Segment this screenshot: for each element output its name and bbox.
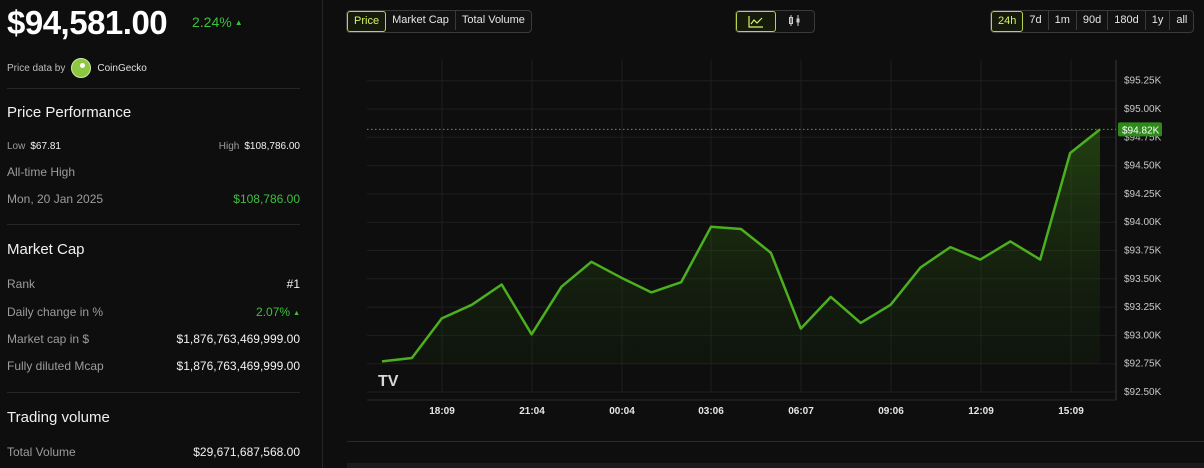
tab-total-volume[interactable]: Total Volume [456,11,531,30]
high-label: High [218,141,240,152]
x-tick-label: 00:04 [609,406,635,417]
y-tick-label: $92.75K [1124,359,1162,370]
market-cap-value: $1,876,763,469,999.00 [176,332,300,346]
daily-change-value: 2.07% [256,305,291,319]
ath-label: All-time High [7,165,76,179]
range-180d[interactable]: 180d [1108,11,1146,30]
divider [7,224,300,225]
x-tick-label: 12:09 [968,406,994,417]
price-chart[interactable]: $92.50K $92.75K $93.00K $93.25K $93.50K $93.7… [345,60,1204,420]
rank-label: Rank [7,277,36,291]
x-tick-label: 21:04 [519,406,545,417]
y-tick-label: $92.50K [1124,387,1162,398]
ath-date: Mon, 20 Jan 2025 [7,192,104,206]
tab-market-cap[interactable]: Market Cap [386,11,456,30]
daily-change: 2.07% ▲ [256,305,300,319]
y-tick-label: $93.75K [1124,246,1162,257]
market-cap-title: Market Cap [7,241,85,258]
high-value: $108,786.00 [244,141,300,152]
horizontal-scrollbar[interactable] [347,463,1204,468]
candlestick-icon[interactable] [776,11,814,30]
range-90d[interactable]: 90d [1077,11,1109,30]
y-tick-label: $94.25K [1124,189,1162,200]
range-24h[interactable]: 24h [991,11,1024,32]
up-arrow-icon: ▲ [293,310,300,317]
rank-value: #1 [286,277,300,291]
range-7d[interactable]: 7d [1023,11,1049,30]
line-chart-icon[interactable] [736,11,776,32]
price-performance-title: Price Performance [7,104,132,121]
x-tick-label: 18:09 [429,406,455,417]
chart-view-toggle [735,10,815,33]
y-tick-label: $93.25K [1124,302,1162,313]
tradingview-logo-icon: TV [378,373,399,390]
range-1y[interactable]: 1y [1146,11,1171,30]
trading-volume-title: Trading volume [7,409,110,426]
price-area [382,129,1100,364]
app-root: $94,581.00 2.24% ▲ Price data by CoinGeck… [0,0,1204,468]
tab-price[interactable]: Price [347,11,387,32]
price-change-value: 2.24% [192,14,232,30]
low-value: $67.81 [30,141,61,152]
ath-value: $108,786.00 [233,192,300,206]
low-price: Low $67.81 [7,141,61,152]
low-label: Low [7,141,26,152]
divider [347,441,1204,442]
y-tick-label: $94.00K [1124,217,1162,228]
market-cap-label: Market cap in $ [7,332,90,346]
total-volume-label: Total Volume [7,445,76,459]
current-price: $94,581.00 [7,4,168,41]
daily-change-label: Daily change in % [7,305,104,319]
x-tick-label: 06:07 [788,406,814,417]
price-source: Price data by CoinGecko [7,58,147,78]
x-tick-label: 15:09 [1058,406,1084,417]
fdv-value: $1,876,763,469,999.00 [176,359,300,373]
metric-tabs: Price Market Cap Total Volume [346,10,532,33]
y-tick-label: $95.25K [1124,76,1162,87]
left-panel: $94,581.00 2.24% ▲ Price data by CoinGeck… [0,0,323,468]
price-chart-svg[interactable]: $92.50K $92.75K $93.00K $93.25K $93.50K $93.7… [345,60,1204,420]
range-tabs: 24h 7d 1m 90d 180d 1y all [990,10,1195,33]
range-all[interactable]: all [1170,11,1193,30]
y-tick-label: $95.00K [1124,104,1162,115]
high-price: High $108,786.00 [219,141,300,152]
y-tick-label: $93.00K [1124,330,1162,341]
divider [7,392,300,393]
source-prefix: Price data by [7,62,66,74]
range-1m[interactable]: 1m [1049,11,1077,30]
up-arrow-icon: ▲ [234,18,243,27]
divider [7,88,300,89]
price-change: 2.24% ▲ [192,14,243,30]
coingecko-logo-icon [71,58,92,78]
total-volume-value: $29,671,687,568.00 [193,445,300,459]
source-name[interactable]: CoinGecko [97,63,146,74]
x-tick-label: 09:06 [878,406,904,417]
y-tick-label: $93.50K [1124,274,1162,285]
y-tick-label: $94.50K [1124,161,1162,172]
current-price-label: $94.82K [1122,125,1160,136]
fdv-label: Fully diluted Mcap [7,359,104,373]
x-tick-label: 03:06 [698,406,724,417]
